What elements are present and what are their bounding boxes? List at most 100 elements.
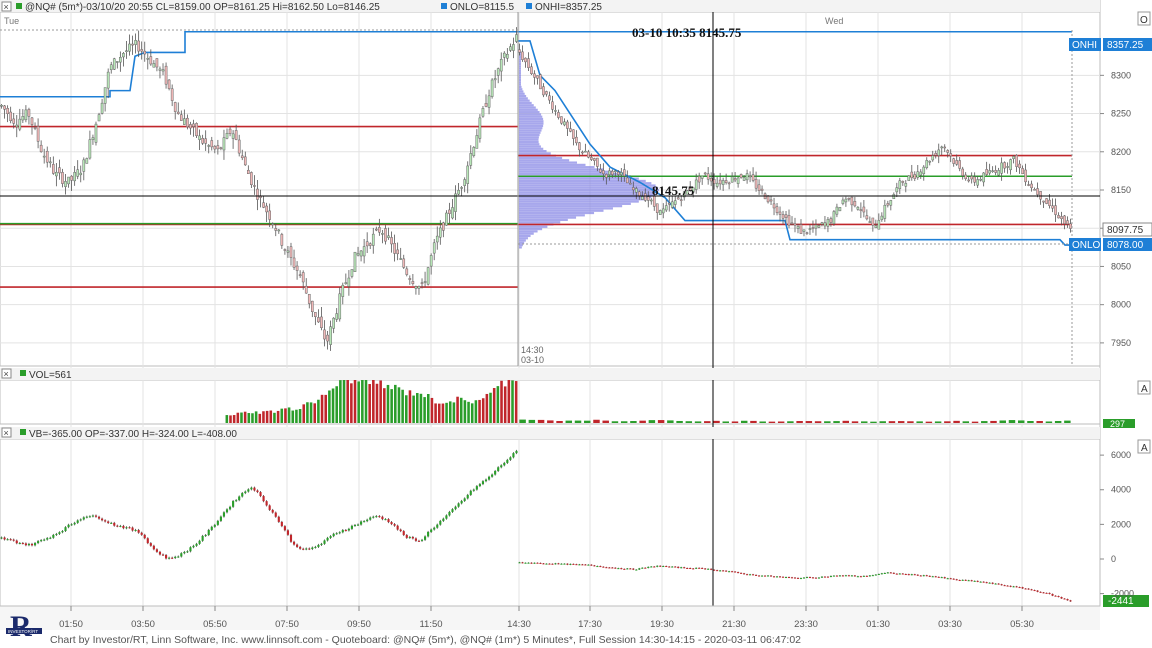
price-candle-body	[658, 210, 662, 215]
price-candle-body	[317, 317, 320, 323]
price-candle-body	[277, 229, 281, 232]
price-candle-body	[365, 241, 369, 247]
price-candle-body	[913, 174, 917, 179]
price-candle-body	[240, 155, 244, 159]
price-candle-body	[283, 249, 287, 251]
volume-swatch-icon	[20, 370, 26, 376]
price-candle-body	[405, 268, 409, 275]
volume-bar	[611, 421, 619, 423]
profile-bar	[519, 60, 521, 63]
profile-bar	[519, 78, 521, 82]
vb-candle-body	[137, 529, 140, 533]
price-candle-body	[754, 178, 758, 189]
vb-candle-body	[1003, 585, 1006, 587]
profile-bar	[519, 209, 604, 212]
price-candle-body	[24, 109, 28, 121]
logo-banner: INVESTOR/RT	[8, 629, 38, 634]
vb-candle-body	[195, 543, 198, 546]
vb-candle-body	[411, 536, 414, 539]
vb-candle-body	[341, 530, 344, 533]
vb-candle-body	[898, 573, 901, 575]
vb-candle-body	[0, 537, 3, 539]
price-candle-body	[338, 293, 342, 320]
vb-candle-body	[524, 562, 527, 564]
vb-candle-body	[1045, 592, 1048, 594]
vb-candle-body	[1006, 585, 1009, 587]
vb-label: VB=-365.00 OP=-337.00 H=-324.00 L=-408.0…	[29, 429, 237, 440]
vb-candle-body	[207, 529, 210, 536]
time-tick-label: 05:30	[1010, 619, 1034, 630]
vb-candle-body	[961, 579, 964, 581]
volume-bar	[934, 421, 942, 423]
vb-candle-body	[1066, 599, 1069, 601]
profile-bar	[519, 67, 521, 70]
price-candle-body	[304, 285, 308, 294]
vb-candle-body	[204, 535, 207, 537]
price-candle-body	[670, 201, 674, 208]
vb-candle-body	[55, 533, 58, 535]
profile-bar	[519, 161, 578, 164]
volume-bar	[386, 384, 390, 423]
volume-bar	[648, 420, 656, 423]
price-candle-body	[3, 105, 6, 110]
price-candle-body	[411, 281, 415, 284]
price-candle-body	[381, 233, 384, 235]
vb-candle-body	[737, 572, 740, 574]
price-candle-body	[572, 129, 575, 139]
vb-candle-body	[608, 567, 611, 569]
price-candle-body	[907, 175, 911, 181]
vb-candle-body	[778, 576, 782, 578]
time-tick-label: 03:30	[938, 619, 962, 630]
price-candle-body	[228, 128, 232, 134]
volume-bar	[1054, 420, 1062, 423]
price-candle-body	[721, 180, 725, 185]
profile-bar	[519, 81, 521, 84]
onlo-tag: ONLO 8078.00	[1069, 238, 1152, 251]
volume-bar	[434, 403, 437, 423]
volume-bar	[423, 397, 426, 423]
price-candle-body	[811, 227, 815, 229]
price-candle-body	[1027, 184, 1030, 186]
vb-candle-body	[381, 516, 384, 520]
vb-candle-body	[808, 577, 812, 579]
vb-candle-body	[250, 487, 253, 490]
vb-candle-body	[140, 532, 143, 535]
volume-bar	[229, 415, 232, 423]
profile-bar	[519, 198, 646, 201]
volume-bar	[280, 408, 284, 423]
price-candle-body	[961, 168, 964, 176]
onhi-swatch-icon	[526, 3, 532, 9]
vb-candle-body	[820, 576, 823, 578]
profile-bar	[519, 83, 521, 86]
vb-candle-body	[686, 567, 689, 569]
volume-bar	[419, 393, 423, 423]
vb-candle-body	[113, 522, 116, 526]
profile-bar	[519, 113, 542, 116]
price-candle-body	[195, 123, 198, 137]
price-candle-body	[189, 124, 192, 129]
price-candle-body	[179, 114, 183, 121]
trading-chart[interactable]: × @NQ# (5m*)-03/10/20 20:55 CL=8159.00 O…	[0, 0, 1152, 648]
price-candle-body	[587, 151, 590, 158]
vb-candle-body	[52, 534, 55, 538]
profile-bar	[519, 143, 540, 146]
vb-candle-body	[3, 537, 6, 540]
vb-candle-body	[883, 572, 886, 574]
vb-candle-body	[581, 564, 584, 566]
profile-bar	[519, 189, 660, 192]
vb-candle-body	[256, 490, 259, 493]
price-candle-body	[883, 204, 887, 219]
price-candle-body	[521, 51, 524, 60]
volume-bar	[574, 420, 582, 423]
price-candle-body	[374, 228, 378, 231]
volume-bar	[777, 421, 785, 423]
vb-candle-body	[578, 564, 581, 566]
price-candle-body	[730, 176, 734, 183]
vb-candle-body	[335, 533, 338, 535]
price-candle-body	[225, 132, 229, 139]
price-candle-body	[545, 91, 548, 95]
vb-candle-body	[375, 516, 378, 518]
price-candle-body	[919, 171, 923, 176]
price-candle-body	[499, 58, 503, 72]
price-candle-body	[149, 56, 153, 65]
